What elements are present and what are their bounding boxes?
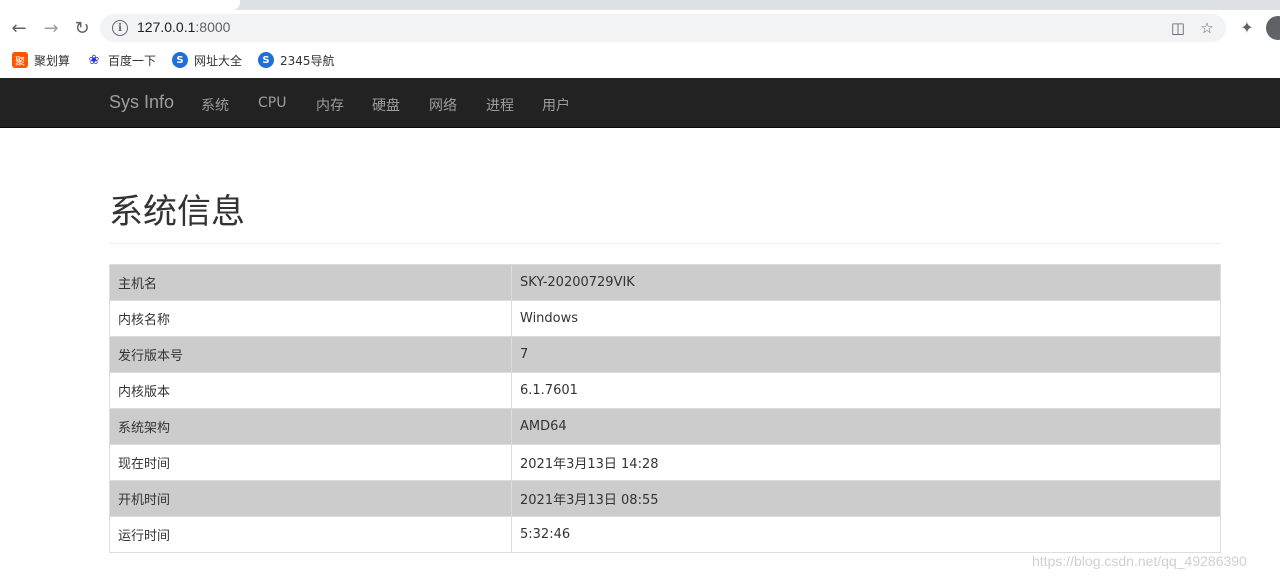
- nav-item-network[interactable]: 网络: [429, 95, 457, 115]
- bookmark-2345[interactable]: S 2345导航: [258, 50, 335, 70]
- sogou-s-icon: S: [258, 52, 274, 68]
- table-row: 开机时间 2021年3月13日 08:55: [109, 480, 1221, 517]
- row-key: 开机时间: [109, 480, 512, 517]
- bookmarks-bar: 聚 聚划算 ❀ 百度一下 S 网址大全 S 2345导航: [0, 46, 1280, 74]
- reload-icon[interactable]: ↻: [68, 14, 96, 42]
- row-key: 主机名: [109, 264, 512, 301]
- juhuasuan-icon: 聚: [12, 52, 28, 68]
- translate-icon[interactable]: ◫: [1168, 18, 1188, 38]
- row-value: 2021年3月13日 08:55: [511, 480, 1221, 517]
- row-value: SKY-20200729VIK: [511, 264, 1221, 301]
- baidu-paw-icon: ❀: [86, 52, 102, 68]
- row-value: AMD64: [511, 408, 1221, 445]
- extensions-puzzle-icon[interactable]: ✦: [1236, 16, 1258, 38]
- table-row: 主机名 SKY-20200729VIK: [109, 264, 1221, 301]
- table-row: 发行版本号 7: [109, 336, 1221, 373]
- tab-strip: [0, 0, 1280, 10]
- bookmark-label: 网址大全: [194, 53, 243, 68]
- row-key: 内核名称: [109, 300, 512, 337]
- url-port: :8000: [195, 19, 231, 35]
- active-tab[interactable]: [0, 0, 240, 10]
- row-key: 系统架构: [109, 408, 512, 445]
- bookmark-baidu[interactable]: ❀ 百度一下: [86, 50, 156, 70]
- url-host: 127.0.0.1: [137, 19, 196, 35]
- table-row: 运行时间 5:32:46: [109, 516, 1221, 553]
- row-value: 6.1.7601: [511, 372, 1221, 409]
- profile-avatar[interactable]: [1266, 16, 1280, 40]
- bookmark-label: 2345导航: [280, 53, 335, 68]
- row-value: 2021年3月13日 14:28: [511, 444, 1221, 481]
- nav-item-process[interactable]: 进程: [486, 95, 514, 115]
- row-value: 7: [511, 336, 1221, 373]
- table-row: 系统架构 AMD64: [109, 408, 1221, 445]
- bookmark-star-icon[interactable]: ☆: [1197, 18, 1217, 38]
- title-divider: [109, 243, 1221, 244]
- info-icon[interactable]: i: [112, 20, 128, 36]
- page-title: 系统信息: [109, 192, 245, 232]
- brand-link[interactable]: Sys Info: [109, 92, 174, 113]
- bookmark-wangzhi[interactable]: S 网址大全: [172, 50, 242, 70]
- row-value: Windows: [511, 300, 1221, 337]
- sogou-s-icon: S: [172, 52, 188, 68]
- nav-item-system[interactable]: 系统: [201, 95, 229, 115]
- nav-item-user[interactable]: 用户: [542, 95, 570, 115]
- row-value: 5:32:46: [511, 516, 1221, 553]
- nav-item-disk[interactable]: 硬盘: [372, 95, 400, 115]
- address-bar[interactable]: i 127.0.0.1:8000 ◫ ☆: [100, 14, 1226, 42]
- back-arrow-icon[interactable]: ←: [5, 14, 33, 42]
- system-info-table: 主机名 SKY-20200729VIK 内核名称 Windows 发行版本号 7…: [109, 264, 1221, 553]
- nav-item-memory[interactable]: 内存: [316, 95, 344, 115]
- forward-arrow-icon[interactable]: →: [37, 14, 65, 42]
- browser-toolbar: ← → ↻ i 127.0.0.1:8000 ◫ ☆ ✦: [0, 10, 1280, 46]
- table-row: 内核版本 6.1.7601: [109, 372, 1221, 409]
- site-navbar: Sys Info 系统 CPU 内存 硬盘 网络 进程 用户: [0, 78, 1280, 128]
- row-key: 内核版本: [109, 372, 512, 409]
- table-row: 现在时间 2021年3月13日 14:28: [109, 444, 1221, 481]
- bookmark-juhuasuan[interactable]: 聚 聚划算: [12, 50, 70, 70]
- url-text[interactable]: 127.0.0.1:8000: [137, 19, 230, 35]
- bookmark-label: 聚划算: [34, 53, 71, 68]
- row-key: 现在时间: [109, 444, 512, 481]
- bookmark-label: 百度一下: [108, 53, 157, 68]
- watermark-text: https://blog.csdn.net/qq_49286390: [1032, 553, 1247, 569]
- table-row: 内核名称 Windows: [109, 300, 1221, 337]
- row-key: 运行时间: [109, 516, 512, 553]
- row-key: 发行版本号: [109, 336, 512, 373]
- nav-item-cpu[interactable]: CPU: [258, 95, 286, 111]
